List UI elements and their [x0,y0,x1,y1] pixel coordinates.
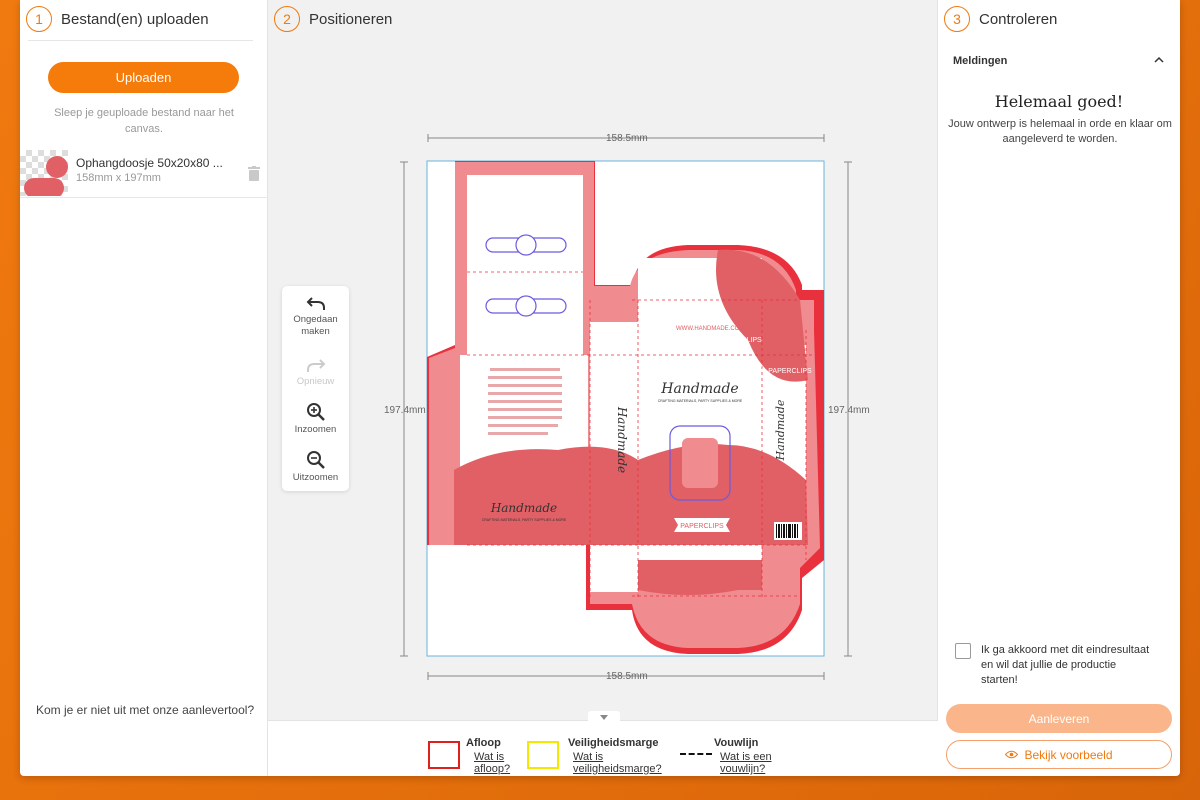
brand-side: Handmade [615,406,629,473]
file-thumbnail [20,150,68,196]
collapse-legend-button[interactable] [588,711,620,723]
agree-checkbox[interactable] [955,643,971,659]
tagline-back: CRAFTING MATERIALS, PARTY SUPPLIES & MOR… [482,518,567,522]
help-link[interactable]: Kom je er niet uit met onze aanlevertool… [36,703,254,717]
safety-swatch [527,741,559,769]
file-name: Ophangdoosje 50x20x80 ... [76,156,223,170]
tool-label: Ongedaan maken [293,314,338,337]
upload-panel: 1 Bestand(en) uploaden Uploaden Sleep je… [20,0,268,776]
width-label-bottom: 158.5mm [606,671,648,682]
product-label-front: PAPERCLIPS [680,523,724,530]
step-title: Controleren [979,10,1058,28]
preview-label: Bekijk voorbeeld [1024,747,1113,762]
step-title: Bestand(en) uploaden [61,10,209,28]
width-label-top: 158.5mm [606,133,648,144]
fold-help-link[interactable]: Wat is een vouwlijn? [720,751,780,775]
legend-title: Vouwlijn [714,737,759,749]
barcode [774,522,802,540]
legend-title: Veiligheidsmarge [568,737,659,749]
url-text: WWW.HANDMADE.COM [676,326,744,332]
zoom-out-button[interactable]: Uitzoomen [282,450,349,484]
upload-button[interactable]: Uploaden [48,62,239,93]
redo-icon [306,359,325,372]
height-label-left: 197.4mm [384,405,426,416]
bleed-swatch [428,741,460,769]
undo-icon [306,297,325,310]
status-title: Helemaal goed! [994,92,1124,111]
zoom-in-icon [306,403,325,421]
canvas-toolbar: Ongedaan maken Opnieuw Inzoomen Uitzoome… [282,286,349,491]
undo-button[interactable]: Ongedaan maken [282,296,349,338]
check-panel: 3 Controleren Meldingen Helemaal goed! J… [938,0,1180,776]
product-label-side: PAPERCLIPS [768,368,812,375]
upload-hint: Sleep je geuploade bestand naar het canv… [54,107,234,135]
height-label-right: 197.4mm [828,405,870,416]
preview-button[interactable]: Bekijk voorbeeld [946,740,1172,769]
divider [28,40,253,41]
brand-back: Handmade [490,501,557,515]
body-text-block [488,368,562,435]
safety-help-link[interactable]: Wat is veiligheidsmarge? [573,751,673,775]
tagline-front: CRAFTING MATERIALS, PARTY SUPPLIES & MOR… [658,399,743,403]
step-1-header: 1 Bestand(en) uploaden [20,0,267,38]
step-number: 3 [944,6,970,32]
deliver-button[interactable]: Aanleveren [946,704,1172,733]
brand-side-2: Handmade [774,399,787,461]
fold-swatch [680,753,712,755]
trash-icon[interactable] [248,166,260,181]
brand-front: Handmade [660,381,738,397]
status-message: Jouw ontwerp is helemaal in orde en klaa… [948,118,1172,145]
zoom-out-icon [306,451,325,469]
positioning-panel: 2 Positioneren Handmade CRAFTING MATERIA… [268,0,938,776]
notifications-header[interactable]: Meldingen [953,55,1007,67]
tool-label: Opnieuw [296,376,335,387]
legend-title: Afloop [466,737,501,749]
uploaded-file-item[interactable]: Ophangdoosje 50x20x80 ... 158mm x 197mm [20,146,268,198]
design-canvas[interactable]: Handmade CRAFTING MATERIALS, PARTY SUPPL… [268,0,938,720]
chevron-up-icon[interactable] [1154,56,1164,63]
step-number: 1 [26,6,52,32]
upload-tool-window: 1 Bestand(en) uploaden Uploaden Sleep je… [20,0,1180,776]
chevron-down-icon [600,714,608,720]
redo-button[interactable]: Opnieuw [282,358,349,388]
agree-label: Ik ga akkoord met dit eindresultaat en w… [981,644,1150,686]
bleed-help-link[interactable]: Wat is afloop? [474,751,524,775]
step-3-header: 3 Controleren [938,0,1180,38]
hang-tab-panel [467,175,583,360]
file-size: 158mm x 197mm [76,172,161,184]
tool-label: Inzoomen [294,424,337,435]
product-label-top: PAPERCLIPS [718,337,762,344]
print-wave [454,444,808,545]
eye-icon [1005,750,1019,759]
zoom-in-button[interactable]: Inzoomen [282,402,349,436]
tool-label: Uitzoomen [292,472,339,483]
legend-bar: Afloop Wat is afloop? Veiligheidsmarge W… [268,711,938,776]
